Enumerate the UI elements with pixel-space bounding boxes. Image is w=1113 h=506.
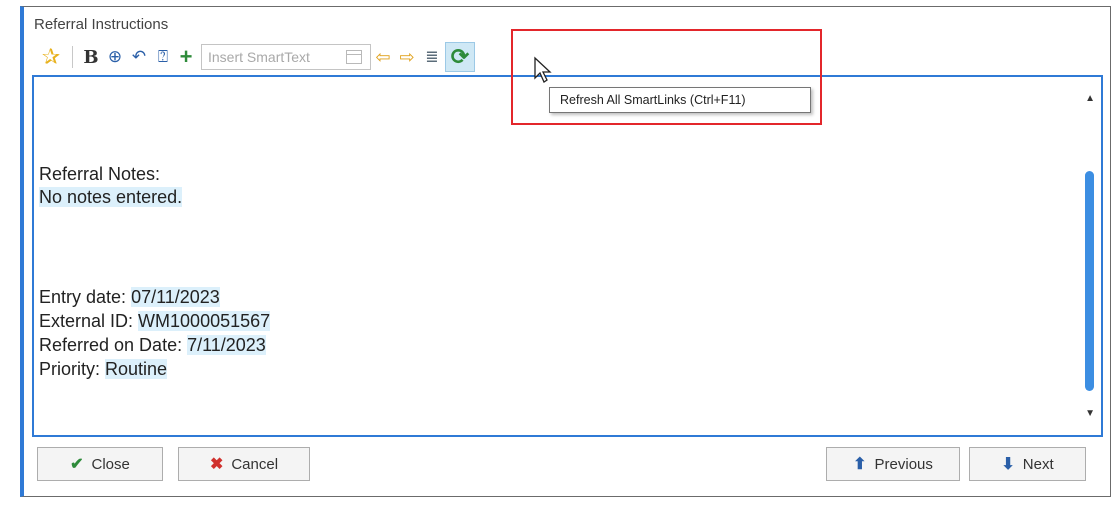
checkmark-icon: ✔ (70, 456, 84, 473)
next-button[interactable]: ⬇ Next (969, 447, 1086, 481)
scroll-down-icon[interactable]: ▼ (1085, 408, 1095, 419)
entry-date-line: Entry date: 07/11/2023 (39, 286, 220, 309)
previous-field-icon[interactable]: ⇦ (371, 43, 395, 71)
entry-date-value[interactable]: 07/11/2023 (131, 287, 220, 307)
referral-notes-smartlink[interactable]: No notes entered. (39, 187, 183, 207)
entry-date-label: Entry date: (39, 287, 132, 307)
scroll-thumb[interactable] (1085, 171, 1094, 391)
priority-value[interactable]: Routine (105, 359, 168, 379)
next-field-icon[interactable]: ⇨ (395, 43, 419, 71)
cancel-button[interactable]: ✖ Cancel (178, 447, 310, 481)
mouse-cursor-icon (534, 56, 552, 83)
arrow-down-icon: ⬇ (1001, 456, 1015, 473)
editor-toolbar: ✰ B ⊕ ↶ ⍰ + Insert SmartText ⇦ ⇨ ≣ ⟳ (36, 40, 475, 74)
zoom-icon[interactable]: ⊕ (103, 43, 127, 71)
bold-icon[interactable]: B (79, 43, 103, 71)
previous-label: Previous (874, 455, 933, 473)
smartphrase-icon[interactable]: ⍰ (151, 43, 175, 71)
referred-on-label: Referred on Date: (39, 335, 188, 355)
star-icon[interactable]: ✰ (36, 43, 66, 71)
close-button[interactable]: ✔ Close (37, 447, 163, 481)
referred-on-value[interactable]: 7/11/2023 (187, 335, 266, 355)
referral-notes-label: Referral Notes: (39, 164, 161, 184)
priority-line: Priority: Routine (39, 358, 168, 381)
previous-button[interactable]: ⬆ Previous (826, 447, 960, 481)
external-id-value[interactable]: WM1000051567 (138, 311, 271, 331)
arrow-up-icon: ⬆ (853, 456, 867, 473)
referral-notes-value[interactable]: No notes entered. (39, 186, 183, 209)
referred-on-line: Referred on Date: 7/11/2023 (39, 334, 266, 357)
insert-smarttext-field[interactable]: Insert SmartText (201, 44, 371, 70)
scroll-up-icon[interactable]: ▲ (1085, 93, 1095, 104)
editor-scrollbar[interactable]: ▲ ▼ (1079, 77, 1101, 435)
insert-smarttext-icon[interactable] (346, 50, 362, 64)
external-id-label: External ID: (39, 311, 139, 331)
refresh-tooltip: Refresh All SmartLinks (Ctrl+F11) (549, 87, 811, 113)
refresh-icon[interactable]: ⟳ (445, 42, 475, 72)
section-title: Referral Instructions (34, 16, 169, 33)
note-editor[interactable]: ▲ ▼ (32, 75, 1103, 437)
cancel-label: Cancel (231, 455, 279, 473)
undo-icon[interactable]: ↶ (127, 43, 151, 71)
add-icon[interactable]: + (175, 43, 197, 71)
next-label: Next (1022, 455, 1054, 473)
close-label: Close (91, 455, 130, 473)
priority-label: Priority: (39, 359, 106, 379)
toolbar-divider (72, 46, 73, 68)
insert-smarttext-placeholder: Insert SmartText (208, 49, 310, 65)
x-icon: ✖ (209, 456, 224, 473)
list-icon[interactable]: ≣ (419, 43, 445, 71)
external-id-line: External ID: WM1000051567 (39, 310, 271, 333)
